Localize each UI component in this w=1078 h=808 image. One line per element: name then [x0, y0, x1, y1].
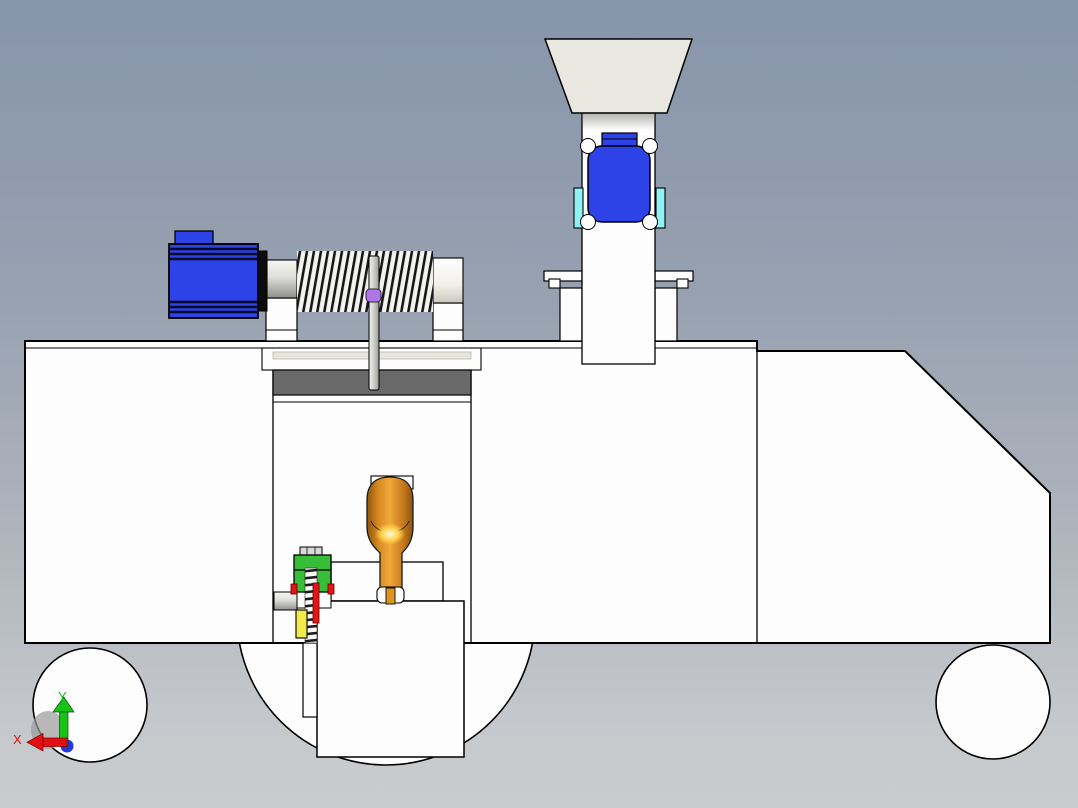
feed-duct-shade	[583, 113, 654, 130]
conveyor-end-cylinder	[432, 257, 464, 304]
conveyor-support-right	[432, 302, 464, 342]
clamp-axle-cylinder	[273, 591, 298, 611]
conveyor-shaft-left	[266, 259, 298, 299]
pusher-rod[interactable]	[368, 255, 380, 391]
screw-conveyor-spring[interactable]	[297, 251, 433, 312]
clamp-slider[interactable]	[295, 609, 308, 639]
auger-highlight	[375, 523, 405, 545]
chassis-body[interactable]	[24, 340, 1051, 644]
drive-motor-tab	[174, 230, 214, 245]
side-strip-box[interactable]	[302, 642, 318, 718]
pedestal-outer-box[interactable]	[316, 600, 465, 758]
x-axis-shaft	[42, 737, 68, 747]
rod-collar	[365, 288, 382, 303]
auger-rod-tip	[385, 587, 396, 605]
conveyor-support-left	[265, 297, 298, 342]
cad-viewport[interactable]: X Y	[0, 0, 1078, 808]
machine-drawing: X Y	[13, 38, 1051, 766]
duct-wall-left	[559, 287, 583, 342]
clamp-pin-bar	[312, 582, 320, 624]
y-axis-label: Y	[58, 689, 67, 704]
x-axis-label: X	[13, 732, 22, 747]
feeder-motor[interactable]	[587, 145, 651, 223]
clamp-pin-right	[327, 583, 335, 595]
duct-flange-notch-right	[676, 278, 689, 289]
duct-flange-notch-left	[548, 278, 561, 289]
clamp-pin-left	[290, 583, 298, 595]
duct-wall-right	[654, 287, 678, 342]
rear-wheel[interactable]	[935, 644, 1051, 760]
hopper-funnel[interactable]	[543, 38, 694, 114]
